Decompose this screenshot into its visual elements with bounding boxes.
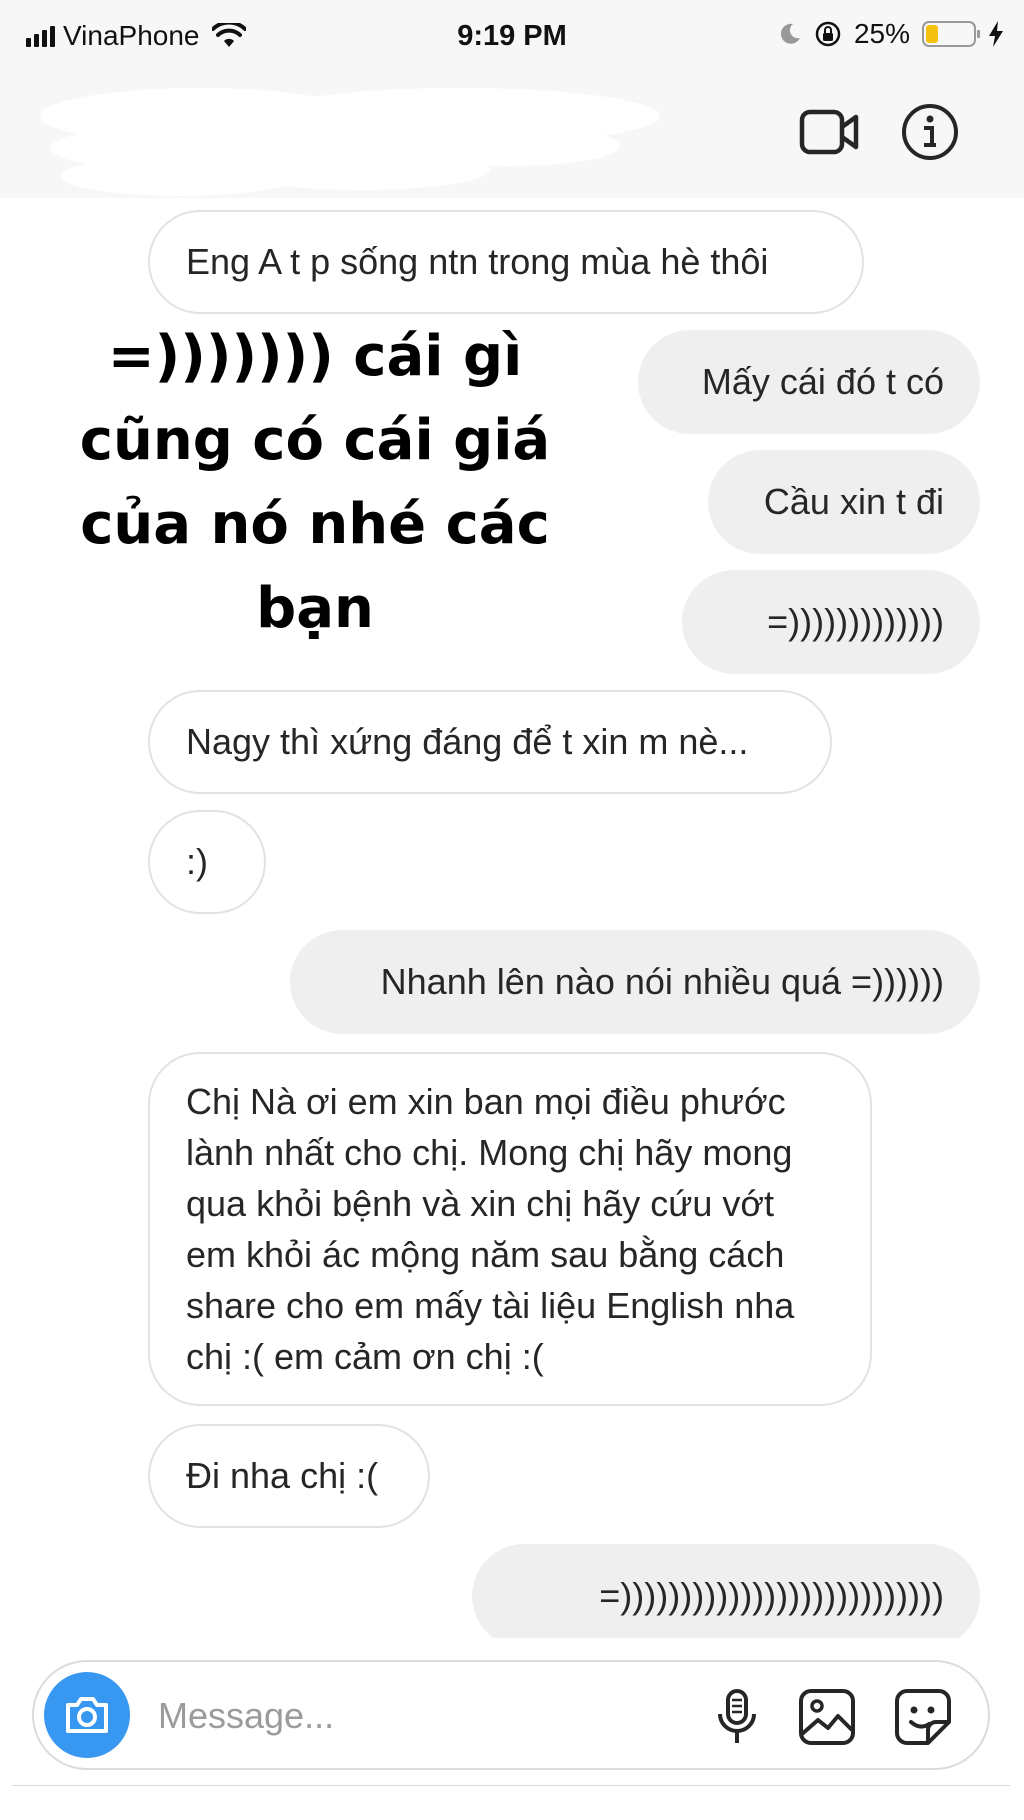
message-bubble-outgoing[interactable]: Nhanh lên nào nói nhiều quá =))))))	[290, 930, 980, 1034]
redacted-contact-name	[40, 88, 660, 196]
microphone-button[interactable]	[706, 1686, 768, 1748]
rotation-lock-icon	[815, 21, 841, 47]
message-composer	[32, 1660, 990, 1770]
battery-level-fill	[926, 25, 938, 43]
video-call-icon	[799, 109, 859, 155]
chat-header	[0, 78, 1024, 199]
message-bubble-outgoing[interactable]: Mấy cái đó t có	[638, 330, 980, 434]
message-bubble-incoming[interactable]: Nagy thì xứng đáng để t xin m nè...	[148, 690, 832, 794]
sticker-icon	[895, 1689, 951, 1745]
camera-button[interactable]	[44, 1672, 130, 1758]
message-bubble-incoming[interactable]: Eng A t p sống ntn trong mùa hè thôi	[148, 210, 864, 314]
moon-icon	[780, 23, 800, 44]
charging-bolt-icon	[989, 21, 1003, 47]
battery-percent: 25%	[853, 18, 910, 49]
battery-icon	[922, 21, 980, 47]
composer-bar	[0, 1640, 1024, 1820]
microphone-icon	[718, 1689, 756, 1743]
message-bubble-outgoing[interactable]: =)))))))))))))))))))))))))))	[472, 1544, 980, 1638]
status-right: 25%	[778, 18, 1004, 50]
battery-cap	[977, 30, 980, 38]
camera-icon	[66, 1697, 108, 1733]
bottom-divider	[12, 1785, 1010, 1786]
message-bubble-incoming[interactable]: Chị Nà ơi em xin ban mọi điều phước lành…	[148, 1052, 872, 1406]
message-bubble-outgoing[interactable]: =)))))))))))))	[682, 570, 980, 674]
video-call-button[interactable]	[798, 100, 862, 164]
overlay-caption: =))))))) cái gì cũng có cái giá của nó n…	[79, 324, 551, 641]
status-bar: VinaPhone 9:19 PM 25%	[0, 0, 1024, 78]
info-icon	[902, 104, 958, 160]
gallery-button[interactable]	[796, 1686, 858, 1748]
message-bubble-incoming[interactable]: :)	[148, 810, 266, 914]
message-input[interactable]	[156, 1688, 600, 1744]
sticker-button[interactable]	[892, 1686, 954, 1748]
info-button[interactable]	[898, 100, 962, 164]
gallery-icon	[799, 1689, 855, 1745]
message-bubble-outgoing[interactable]: Cầu xin t đi	[708, 450, 980, 554]
message-bubble-incoming[interactable]: Đi nha chị :(	[148, 1424, 430, 1528]
